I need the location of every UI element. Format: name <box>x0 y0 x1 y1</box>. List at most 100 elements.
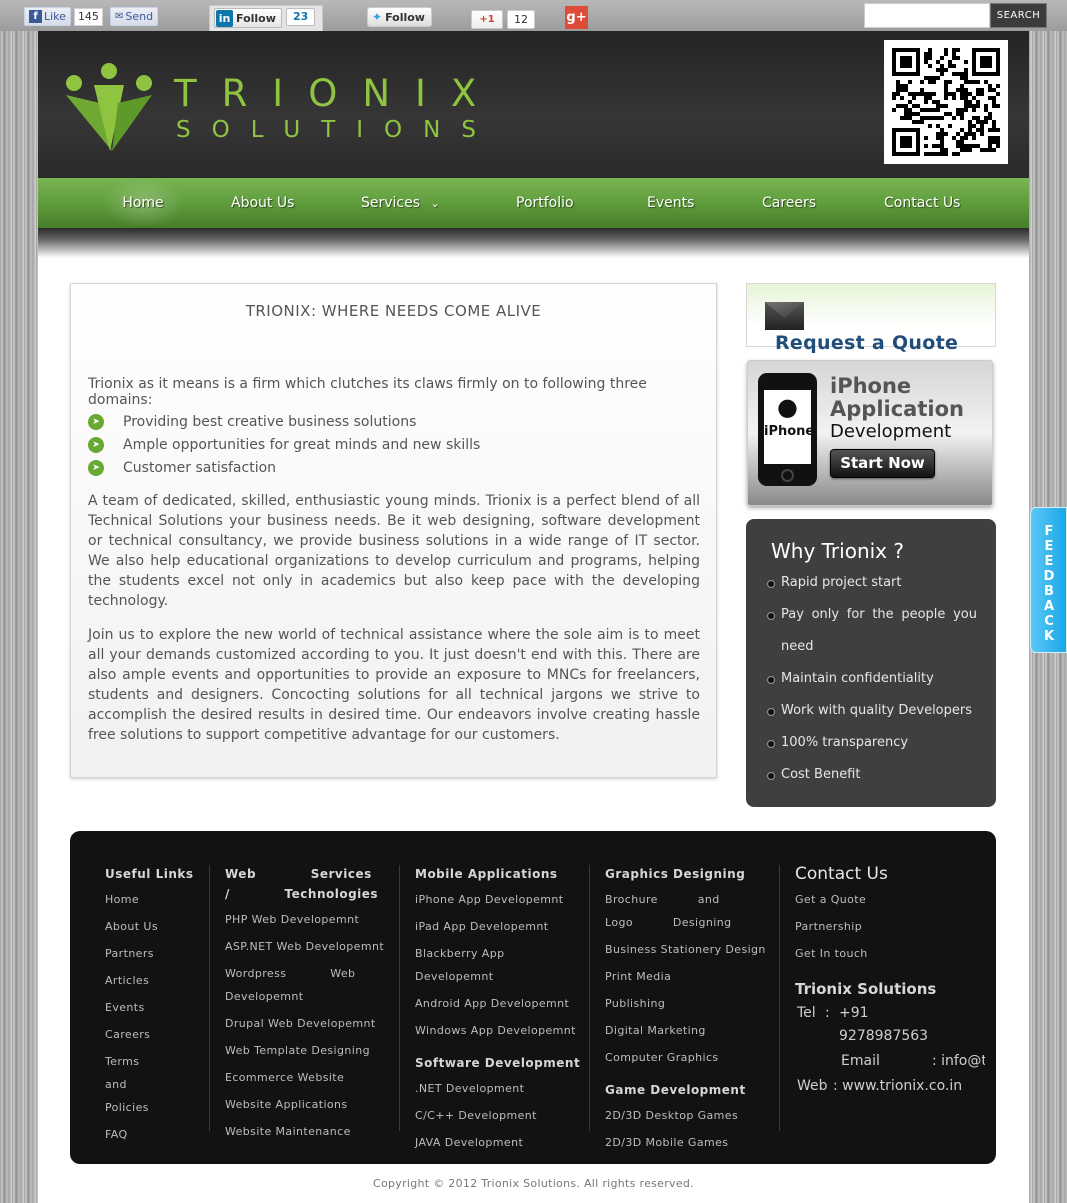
list-item: Cost Benefit <box>766 759 977 791</box>
footer-contact-heading: Contact Us <box>795 864 888 884</box>
main-content-box: TRIONIX: WHERE NEEDS COME ALIVE Trionix … <box>70 283 717 778</box>
nav-contact-label: Contact Us <box>884 195 961 211</box>
list-item: Work with quality Developers <box>766 695 977 727</box>
web-value[interactable]: : www.trionix.co.in <box>833 1075 962 1098</box>
footer-company-name: Trionix Solutions <box>795 980 937 998</box>
page-container: TRIONIX SOLUTIONS Home About Us Services… <box>38 31 1029 1203</box>
footer-link[interactable]: Articles <box>105 969 198 992</box>
start-now-button[interactable]: Start Now <box>830 449 935 478</box>
nav-events[interactable]: Events <box>647 178 694 228</box>
footer-contact: Contact Us Get a Quote Partnership Get I… <box>795 864 985 1098</box>
nav-services[interactable]: Services ⌄ <box>361 178 440 228</box>
nav-home[interactable]: Home <box>102 178 184 228</box>
footer-link[interactable]: Drupal Web Developemnt <box>225 1012 388 1035</box>
brand-tagline: SOLUTIONS <box>176 117 497 143</box>
footer-link[interactable]: Partnership <box>795 915 985 938</box>
search-input[interactable] <box>864 3 990 28</box>
facebook-like-label: Like <box>44 10 66 23</box>
footer-link[interactable]: iPhone App Developemnt <box>415 888 585 911</box>
footer-link[interactable]: Careers <box>105 1023 198 1046</box>
footer-link[interactable]: Blackberry App Developemnt <box>415 942 585 988</box>
footer-link[interactable]: Get In touch <box>795 942 985 965</box>
list-item-text: Customer satisfaction <box>123 459 277 476</box>
footer-link[interactable]: 2D/3D Desktop Games <box>605 1104 770 1127</box>
footer-link[interactable]: Partners <box>105 942 198 965</box>
footer-link[interactable]: iPad App Developemnt <box>415 915 585 938</box>
footer-link[interactable]: Terms and Policies <box>105 1050 198 1119</box>
apple-icon: ● <box>777 393 798 421</box>
footer-link[interactable]: Publishing <box>605 992 770 1015</box>
footer-web-services: Web Services / Technologies PHP Web Deve… <box>225 864 388 1143</box>
email-label: Email <box>841 1053 880 1069</box>
footer-link[interactable]: C/C++ Development <box>415 1104 585 1127</box>
footer-heading: Software Development <box>415 1056 581 1070</box>
footer-link[interactable]: Brochure and Logo Designing <box>605 888 770 934</box>
footer-link[interactable]: Website Applications <box>225 1093 388 1116</box>
footer-link[interactable]: 2D/3D Mobile Games <box>605 1131 770 1154</box>
nav-about-us[interactable]: About Us <box>231 178 294 228</box>
footer-link[interactable]: About Us <box>105 915 198 938</box>
footer-divider <box>779 865 780 1131</box>
home-button-icon <box>781 469 794 482</box>
nav-careers-label: Careers <box>762 195 817 211</box>
web-label: Web <box>797 1078 828 1094</box>
footer-divider <box>589 865 590 1131</box>
footer-heading: Game Development <box>605 1083 746 1097</box>
footer-heading: Web Services / Technologies <box>225 867 379 901</box>
twitter-follow-button[interactable]: ✦ Follow <box>367 7 432 27</box>
gplus-one-button[interactable]: +1 <box>471 10 503 29</box>
facebook-icon: f <box>29 10 42 23</box>
speech-bubble-icon: ✉ <box>115 11 124 22</box>
gplus-count: 12 <box>507 10 535 29</box>
footer-link[interactable]: Events <box>105 996 198 1019</box>
footer-link[interactable]: Android App Developemnt <box>415 992 585 1015</box>
facebook-like-button[interactable]: f Like <box>24 7 71 26</box>
search-button[interactable]: SEARCH <box>990 3 1047 28</box>
twitter-follow-label: Follow <box>385 10 425 24</box>
footer-link[interactable]: .NET Development <box>415 1077 585 1100</box>
tel-separator: : <box>825 1005 830 1021</box>
footer-link[interactable]: FAQ <box>105 1123 198 1146</box>
footer-link[interactable]: Business Stationery Design <box>605 938 770 961</box>
footer-link[interactable]: Computer Graphics <box>605 1046 770 1069</box>
phone-screen: ● iPhone <box>764 390 814 464</box>
footer-mobile-apps: Mobile Applications iPhone App Developem… <box>415 864 585 1154</box>
request-quote-banner[interactable]: Request a Quote <box>746 283 996 354</box>
footer-link[interactable]: PHP Web Developemnt <box>225 908 388 931</box>
facebook-send-button[interactable]: ✉ Send <box>110 7 159 26</box>
footer-link[interactable]: Ecommerce Website <box>225 1066 388 1089</box>
intro-text: Trionix as it means is a firm which clut… <box>88 376 647 408</box>
google-plus-label: g+ <box>566 10 587 25</box>
nav-portfolio[interactable]: Portfolio <box>516 178 574 228</box>
google-plus-icon[interactable]: g+ <box>565 6 588 29</box>
footer-link[interactable]: JAVA Development <box>415 1131 585 1154</box>
footer-link[interactable]: Windows App Developemnt <box>415 1019 585 1042</box>
linkedin-follow-count: 23 <box>286 8 316 26</box>
footer-link[interactable]: Web Template Designing <box>225 1039 388 1062</box>
contact-email: Email : info@trionix <box>795 1050 985 1073</box>
footer-heading: Graphics Designing <box>605 867 746 881</box>
footer-link[interactable]: ASP.NET Web Developemnt <box>225 935 388 958</box>
arrow-bullet-icon: ➤ <box>88 436 104 453</box>
brand-name: TRIONIX <box>174 72 502 115</box>
footer-link[interactable]: Home <box>105 888 198 911</box>
footer-link[interactable]: Digital Marketing <box>605 1019 770 1042</box>
footer-link[interactable]: Print Media <box>605 965 770 988</box>
linkedin-follow-button[interactable]: in Follow <box>214 8 282 28</box>
footer-link[interactable]: Website Maintenance <box>225 1120 388 1143</box>
contact-website: Web : www.trionix.co.in <box>795 1075 985 1098</box>
copyright-text: Copyright © 2012 Trionix Solutions. All … <box>372 1177 695 1190</box>
list-item-text: Ample opportunities for great minds and … <box>123 436 481 453</box>
email-value[interactable]: : info@trionix <box>932 1050 985 1073</box>
nav-contact-us[interactable]: Contact Us <box>884 178 960 228</box>
footer-link[interactable]: Get a Quote <box>795 888 985 911</box>
iphone-development-banner[interactable]: ● iPhone iPhone Application Development … <box>747 360 993 506</box>
footer-link[interactable]: Wordpress Web Developemnt <box>225 962 388 1008</box>
list-item: ➤ Ample opportunities for great minds and… <box>88 433 480 456</box>
site-header: TRIONIX SOLUTIONS <box>38 31 1029 178</box>
qr-code <box>884 40 1008 164</box>
twitter-bird-icon: ✦ <box>372 10 383 24</box>
feedback-tab[interactable]: FEEDBACK <box>1030 507 1067 653</box>
nav-careers[interactable]: Careers <box>762 178 816 228</box>
trionix-logo-icon[interactable] <box>64 63 154 153</box>
